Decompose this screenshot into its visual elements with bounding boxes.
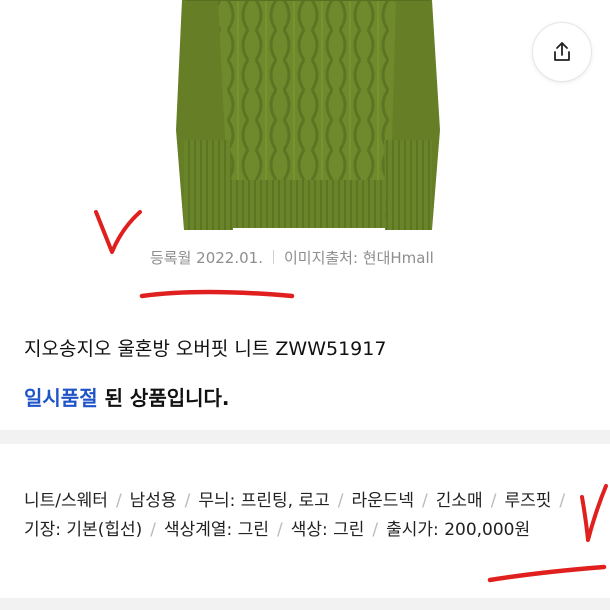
status-text: 된 상품입니다. bbox=[97, 386, 230, 410]
attribute-item: 색상계열: 그린 bbox=[163, 520, 269, 540]
attribute-separator: / bbox=[184, 491, 191, 511]
sweater-image bbox=[176, 0, 440, 230]
share-button[interactable] bbox=[532, 22, 592, 82]
attribute-item: 긴소매 bbox=[435, 491, 483, 511]
image-source: 이미지출처: 현대Hmall bbox=[283, 249, 434, 267]
product-title: 지오송지오 울혼방 오버핏 니트 ZWW51917 bbox=[24, 338, 387, 360]
meta-row: 등록월 2022.01. 이미지출처: 현대Hmall bbox=[150, 247, 434, 268]
attribute-item: 무늬: 프린팅, 로고 bbox=[198, 491, 330, 511]
product-image bbox=[0, 0, 610, 240]
attribute-item: 남성용 bbox=[129, 491, 177, 511]
share-icon bbox=[554, 42, 570, 61]
attribute-separator: / bbox=[150, 520, 156, 540]
check-mark-annotation bbox=[580, 484, 608, 542]
attribute-separator: / bbox=[276, 520, 283, 540]
attribute-item: 니트/스웨터 bbox=[24, 491, 108, 511]
status-accent: 일시품절 bbox=[24, 386, 98, 410]
underline-annotation bbox=[139, 289, 295, 299]
attribute-item: 색상: 그린 bbox=[290, 520, 365, 540]
attribute-separator: / bbox=[422, 491, 428, 511]
stock-status: 일시품절 된 상품입니다. bbox=[24, 382, 230, 411]
section-divider-bottom bbox=[0, 598, 610, 610]
registered-month: 등록월 2022.01. bbox=[150, 249, 263, 267]
attribute-item: 기장: 기본(힙선) bbox=[24, 520, 143, 540]
attribute-item: 루즈핏 bbox=[504, 491, 552, 511]
attribute-separator: / bbox=[337, 491, 344, 511]
section-divider bbox=[0, 430, 610, 444]
underline-annotation bbox=[487, 564, 607, 583]
attribute-separator: / bbox=[559, 491, 566, 511]
attribute-separator: / bbox=[372, 520, 379, 540]
attribute-item: 출시가: 200,000원 bbox=[386, 520, 531, 540]
attribute-separator: / bbox=[490, 491, 497, 511]
attribute-item: 라운드넥 bbox=[351, 491, 415, 511]
meta-divider bbox=[272, 250, 274, 264]
product-attributes: 니트/스웨터 / 남성용 / 무늬: 프린팅, 로고 / 라운드넥 / 긴소매 / 루즈핏 / 기장: … bbox=[24, 487, 584, 545]
attribute-separator: / bbox=[115, 491, 122, 511]
